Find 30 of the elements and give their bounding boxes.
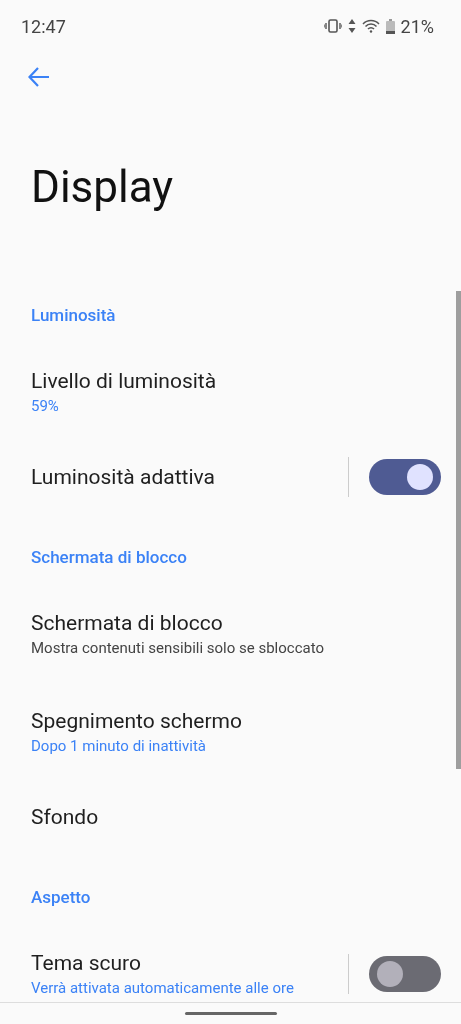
battery-percent: 21% bbox=[400, 14, 434, 39]
setting-subtitle: 59% bbox=[31, 396, 60, 417]
vibrate-icon bbox=[323, 19, 342, 33]
setting-title: Sfondo bbox=[31, 804, 100, 831]
setting-subtitle: Dopo 1 minuto di inattività bbox=[31, 736, 207, 757]
settings-row[interactable]: Luminosità adattiva bbox=[0, 441, 455, 513]
setting-title: Tema scuro bbox=[31, 950, 142, 977]
back-arrow-icon bbox=[28, 67, 50, 87]
setting-subtitle: Mostra contenuti sensibili solo se sbloccato bbox=[31, 638, 325, 659]
settings-row[interactable]: Schermata di blocco Mostra contenuti sensibili solo se sbloccato bbox=[0, 585, 455, 683]
section-header: Luminosità bbox=[31, 305, 116, 325]
section-header: Aspetto bbox=[31, 887, 91, 907]
page-title: Display bbox=[31, 164, 174, 209]
setting-subtitle: Verrà attivata automaticamente alle ore bbox=[31, 978, 295, 999]
battery-icon bbox=[385, 18, 395, 34]
settings-row[interactable]: Spegnimento schermo Dopo 1 minuto di inattività bbox=[0, 683, 455, 781]
wifi-icon bbox=[361, 19, 380, 33]
setting-title: Spegnimento schermo bbox=[31, 708, 243, 735]
setting-title: Livello di luminosità bbox=[31, 368, 218, 395]
settings-row[interactable]: Sfondo bbox=[0, 781, 455, 853]
toggle-switch[interactable] bbox=[369, 459, 441, 495]
setting-title: Luminosità adattiva bbox=[31, 464, 216, 491]
data-arrows-icon bbox=[347, 19, 356, 33]
setting-title: Schermata di blocco bbox=[31, 610, 224, 637]
section-header: Schermata di blocco bbox=[31, 547, 187, 567]
home-handle[interactable] bbox=[184, 1012, 277, 1015]
status-time: 12:47 bbox=[21, 14, 66, 39]
toggle-switch[interactable] bbox=[369, 956, 441, 992]
settings-row[interactable]: Tema scuro Verrà attivata automaticamente alle ore bbox=[0, 925, 455, 1002]
settings-row[interactable]: Livello di luminosità 59% bbox=[0, 343, 455, 441]
